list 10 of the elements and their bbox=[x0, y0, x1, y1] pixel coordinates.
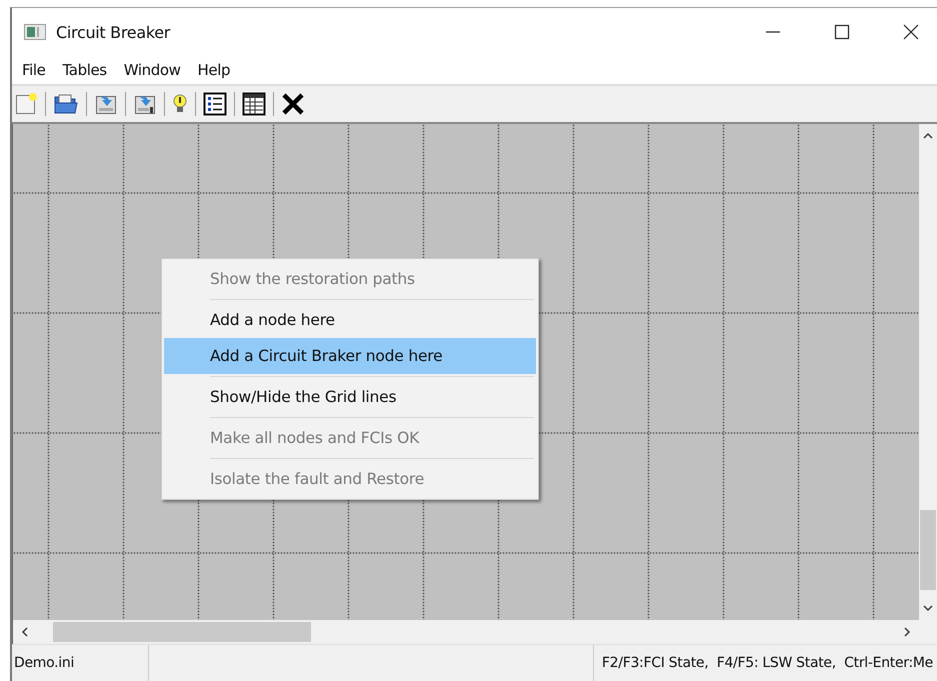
menu-item[interactable]: Add a Circuit Braker node here bbox=[164, 338, 536, 374]
menu-item[interactable]: Tables bbox=[56, 61, 118, 79]
menu-item[interactable]: Window bbox=[118, 61, 192, 79]
menu-item[interactable]: File bbox=[16, 61, 57, 79]
window-title: Circuit Breaker bbox=[56, 22, 170, 42]
menu-item[interactable]: Help bbox=[191, 61, 242, 79]
status-text: F2/F3:FCI State, F4/F5: LSW State, Ctrl-Enter:Me bbox=[600, 654, 934, 673]
menu-item[interactable]: Show/Hide the Grid lines bbox=[164, 379, 536, 415]
menu-item[interactable]: Add a node here bbox=[164, 302, 536, 338]
status-text: Demo.ini bbox=[12, 645, 149, 681]
